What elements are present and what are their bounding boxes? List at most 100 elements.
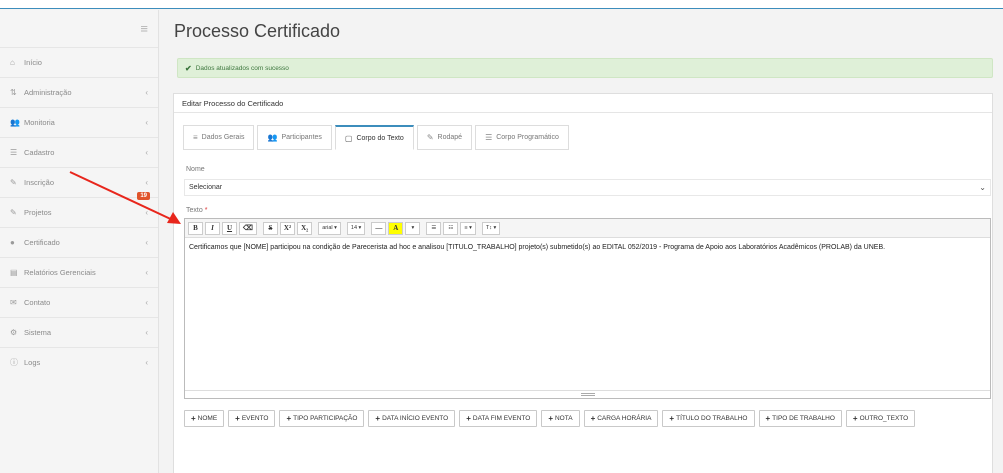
underline-button[interactable]: U (222, 221, 237, 235)
tab-label: Rodapé (437, 134, 463, 141)
font-name-dropdown[interactable]: arial ▾ (318, 221, 341, 235)
line-height-dropdown[interactable]: T↕ ▾ (481, 221, 501, 235)
file-icon: ▢ (344, 133, 353, 143)
insert-button-2[interactable]: + TIPO PARTICIPAÇÃO (279, 410, 365, 427)
text-color-button[interactable]: A (388, 221, 404, 235)
edit-panel: Editar Processo do Certificado ≡ Dados Ge… (173, 93, 993, 473)
plus-icon: + (191, 414, 196, 423)
insert-button-6[interactable]: + CARGA HORÁRIA (583, 410, 659, 427)
top-bar (0, 0, 1003, 9)
plus-icon: + (852, 414, 858, 423)
chevron-left-icon: ‹ (145, 328, 148, 337)
sidebar-item-9[interactable]: ⚙ Sistema ‹ (0, 317, 158, 347)
strikethrough-button[interactable]: S (262, 221, 278, 235)
plus-icon: + (235, 414, 240, 423)
insert-button-label: DATA INÍCIO EVENTO (382, 415, 449, 422)
chevron-left-icon: ‹ (145, 118, 148, 127)
sidebar-item-8[interactable]: ✉ Contato ‹ (0, 287, 158, 317)
sidebar-item-4[interactable]: ✎ Inscrição ‹ (0, 167, 158, 197)
required-mark: * (204, 207, 208, 214)
chevron-left-icon: ‹ (145, 238, 148, 247)
insert-field-buttons: + NOME + EVENTO + TIPO PARTICIPAÇÃO + DATA INÍC… (184, 410, 944, 430)
sidebar-item-10[interactable]: ⓘ Logs ‹ (0, 347, 158, 377)
insert-button-label: DATA FIM EVENTO (472, 415, 531, 422)
nome-select[interactable]: Selecionar ⌄ (184, 179, 991, 196)
sidebar-item-3[interactable]: ☰ Cadastro ‹ (0, 137, 158, 167)
tab-4[interactable]: ☰ Corpo Programático (475, 125, 569, 150)
menu-toggle-icon[interactable]: ≡ (0, 10, 158, 47)
list-icon: ☰ (485, 133, 493, 142)
insert-button-3[interactable]: + DATA INÍCIO EVENTO (368, 410, 456, 427)
insert-button-label: OUTRO_TEXTO (859, 415, 909, 422)
list-icon: ☰ (10, 148, 18, 157)
plus-icon: + (375, 414, 381, 423)
sidebar-item-1[interactable]: ⇅ Administração ‹ (0, 77, 158, 107)
italic-button[interactable]: I (205, 221, 220, 235)
tab-2[interactable]: ▢ Corpo do Texto (334, 125, 414, 150)
horizontal-rule-button[interactable]: — (371, 221, 387, 235)
circle-icon: ● (10, 238, 15, 247)
insert-button-7[interactable]: + TÍTULO DO TRABALHO (662, 410, 755, 427)
insert-button-label: TIPO DE TRABALHO (772, 415, 835, 422)
sidebar-item-label: Administração (24, 88, 72, 97)
align-dropdown[interactable]: ≡ ▾ (460, 221, 476, 235)
sidebar-item-label: Monitoria (24, 118, 55, 127)
info-icon: ⓘ (10, 358, 18, 367)
insert-button-9[interactable]: + OUTRO_TEXTO (845, 410, 916, 427)
font-size-dropdown[interactable]: 14 ▾ (346, 221, 366, 235)
eraser-button[interactable]: ⌫ (239, 221, 257, 235)
plus-icon: + (765, 414, 771, 423)
chevron-left-icon: ‹ (145, 268, 148, 277)
sidebar-item-label: Logs (24, 358, 41, 367)
bold-button[interactable]: B (188, 221, 203, 235)
insert-button-label: EVENTO (241, 415, 269, 422)
sidebar-item-0[interactable]: ⌂ Início (0, 47, 158, 77)
sidebar: ≡ ⌂ Início ⇅ Administração ‹ 👥 Monitoria ‹ ☰ Cada… (0, 10, 159, 473)
notification-badge: 19 (137, 192, 150, 200)
table-icon: ▤ (10, 268, 18, 277)
insert-button-label: TIPO PARTICIPAÇÃO (293, 415, 358, 422)
tab-3[interactable]: ✎ Rodapé (416, 125, 473, 150)
insert-button-8[interactable]: + TIPO DE TRABALHO (758, 410, 842, 427)
text-color-caret[interactable]: ▾ (405, 221, 421, 235)
sidebar-item-2[interactable]: 👥 Monitoria ‹ (0, 107, 158, 137)
tab-0[interactable]: ≡ Dados Gerais (183, 125, 255, 150)
rich-text-editor[interactable]: B I U ⌫ S X² X₂ arial ▾ 14 ▾ — A ▾ ☰ ☷ ≡… (184, 218, 991, 399)
chevron-left-icon: ‹ (145, 358, 148, 367)
sidebar-item-6[interactable]: ● Certificado ‹ (0, 227, 158, 257)
bars-icon: ≡ (193, 133, 198, 142)
sidebar-item-label: Contato (24, 298, 51, 307)
insert-button-4[interactable]: + DATA FIM EVENTO (459, 410, 538, 427)
insert-button-5[interactable]: + NOTA (541, 410, 580, 427)
insert-button-label: TÍTULO DO TRABALHO (676, 415, 748, 422)
envelope-icon: ✉ (10, 298, 17, 307)
nome-label: Nome (186, 166, 205, 173)
users-icon: 👥 (267, 133, 278, 142)
insert-button-1[interactable]: + EVENTO (228, 410, 276, 427)
insert-button-0[interactable]: + NOME (184, 410, 225, 427)
sidebar-item-label: Projetos (24, 208, 52, 217)
alert-message: Dados atualizados com sucesso (195, 64, 289, 72)
pencil-icon: ✎ (426, 133, 434, 142)
plus-icon: + (548, 414, 553, 423)
resize-handle[interactable] (185, 390, 990, 398)
unordered-list-button[interactable]: ☰ (426, 221, 442, 235)
nome-select-value: Selecionar (189, 184, 223, 191)
sidebar-item-7[interactable]: ▤ Relatórios Gerenciais ‹ (0, 257, 158, 287)
chevron-left-icon: ‹ (145, 148, 148, 157)
tab-1[interactable]: 👥 Participantes (257, 125, 332, 150)
texto-label: Texto * (186, 207, 207, 214)
chevron-down-icon: ⌄ (979, 183, 986, 192)
users-icon: 👥 (10, 118, 20, 127)
plus-icon: + (669, 414, 675, 423)
sidebar-item-label: Sistema (24, 328, 52, 337)
tab-bar: ≡ Dados Gerais 👥 Participantes ▢ Corpo do Tex… (183, 125, 572, 150)
superscript-button[interactable]: X² (279, 221, 296, 235)
check-icon: ✔ (185, 63, 192, 73)
sidebar-item-label: Cadastro (24, 148, 55, 157)
editor-content[interactable]: Certificamos que [NOME] participou na co… (185, 238, 990, 258)
sidebar-item-5[interactable]: ✎ Projetos ‹ 19 (0, 192, 158, 227)
cogs-icon: ⚙ (10, 328, 18, 337)
subscript-button[interactable]: X₂ (297, 221, 313, 235)
ordered-list-button[interactable]: ☷ (443, 221, 459, 235)
